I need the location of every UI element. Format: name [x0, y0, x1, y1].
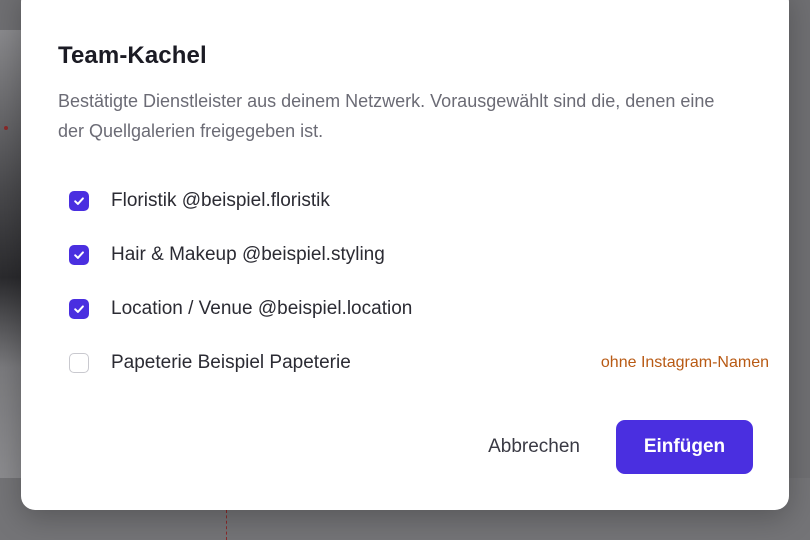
- team-tile-dialog: Team-Kachel Bestätigte Dienstleister aus…: [21, 0, 789, 510]
- backdrop-guide-line: [226, 510, 227, 540]
- vendor-row-hair-makeup[interactable]: Hair & Makeup @beispiel.styling: [69, 228, 769, 282]
- cancel-button[interactable]: Abbrechen: [468, 422, 600, 472]
- dialog-footer: Abbrechen Einfügen: [468, 420, 753, 474]
- vendor-label[interactable]: Hair & Makeup @beispiel.styling: [111, 244, 385, 266]
- checkmark-icon: [74, 305, 84, 313]
- vendor-checkbox[interactable]: [69, 353, 89, 373]
- vendor-checkbox[interactable]: [69, 191, 89, 211]
- vendor-row-location[interactable]: Location / Venue @beispiel.location: [69, 282, 769, 336]
- vendor-row-floristik[interactable]: Floristik @beispiel.floristik: [69, 174, 769, 228]
- vendor-label[interactable]: Papeterie Beispiel Papeterie: [111, 352, 351, 374]
- insert-button[interactable]: Einfügen: [616, 420, 753, 474]
- vendor-label[interactable]: Floristik @beispiel.floristik: [111, 190, 330, 212]
- vendor-label[interactable]: Location / Venue @beispiel.location: [111, 298, 412, 320]
- dialog-description: Bestätigte Dienstleister aus deinem Netz…: [58, 91, 715, 141]
- backdrop-marker: [4, 126, 8, 130]
- checkmark-icon: [74, 197, 84, 205]
- missing-instagram-note: ohne Instagram-Namen: [600, 354, 769, 371]
- checkmark-icon: [74, 251, 84, 259]
- vendor-checkbox[interactable]: [69, 245, 89, 265]
- vendor-checkbox[interactable]: [69, 299, 89, 319]
- dialog-title: Team-Kachel: [58, 42, 207, 69]
- vendor-row-papeterie[interactable]: Papeterie Beispiel Papeterie ohne Instag…: [69, 336, 769, 390]
- vendor-list: Floristik @beispiel.floristik Hair & Mak…: [69, 174, 769, 390]
